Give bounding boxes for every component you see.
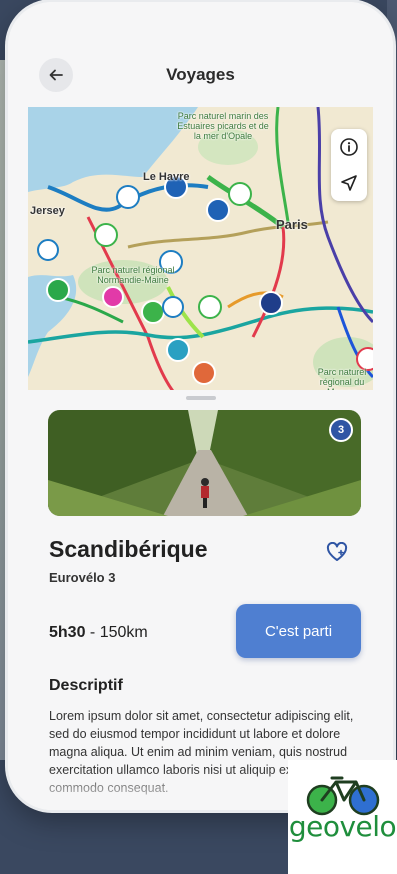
map-label-park-marin: Parc naturel marin des Estuaires picards…	[177, 111, 269, 141]
geovelo-logo: geovelo	[288, 760, 397, 874]
map-label-park-normandie: Parc naturel régional Normandie-Maine	[91, 265, 175, 285]
map-label-jersey: Jersey	[30, 205, 65, 217]
description-title: Descriptif	[49, 677, 123, 694]
phone-frame: Voyages Parc naturel marin des Estuaires…	[8, 2, 393, 810]
page-title: Voyages	[166, 65, 235, 84]
route-photo: 3	[48, 410, 361, 516]
geovelo-logo-text: geovelo	[288, 810, 397, 843]
info-icon[interactable]	[339, 137, 359, 157]
locate-icon[interactable]	[339, 173, 359, 193]
map-view[interactable]: Parc naturel marin des Estuaires picards…	[28, 107, 373, 397]
route-name: Scandibérique	[49, 536, 208, 562]
heart-icon[interactable]	[326, 542, 348, 562]
route-duration: 5h30	[49, 624, 86, 641]
route-stats: 5h30 - 150km	[49, 624, 148, 642]
route-subtitle: Eurovélo 3	[49, 570, 116, 585]
map-controls	[331, 129, 367, 201]
start-route-button[interactable]: C'est parti	[236, 604, 361, 658]
map-label-paris: Paris	[276, 217, 308, 232]
header: Voyages	[8, 2, 393, 107]
eurovelo-badge: 3	[329, 418, 353, 442]
route-distance: - 150km	[85, 624, 148, 641]
route-detail-sheet: 3 Scandibérique Eurovélo 3 5h30 - 150km …	[8, 390, 393, 810]
sheet-drag-handle[interactable]	[185, 396, 216, 400]
map-label-le-havre: Le Havre	[143, 171, 190, 183]
